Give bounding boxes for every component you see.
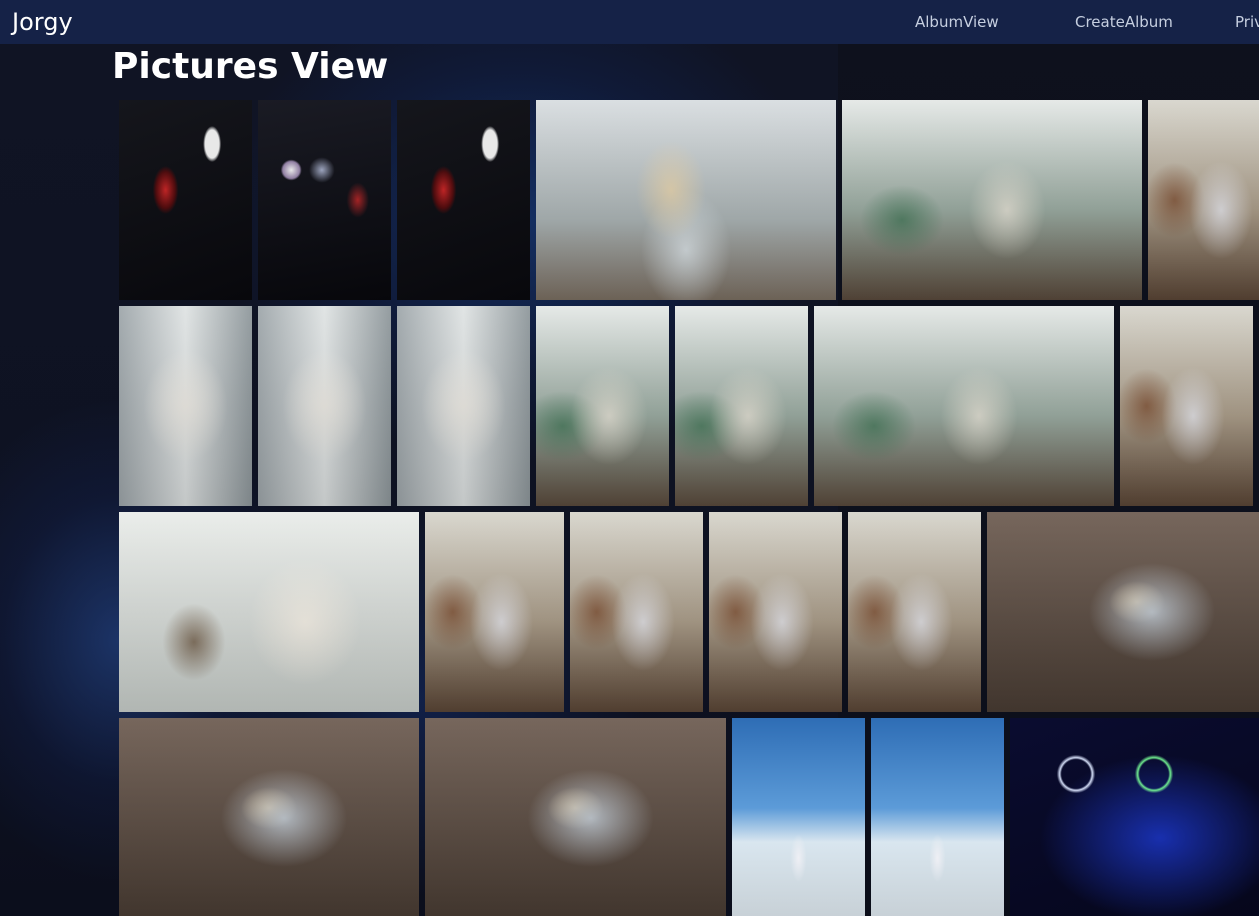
navbar: Jorgy AlbumView CreateAlbum Priv <box>0 0 1259 44</box>
photo-gallery <box>119 100 1259 916</box>
photo-thumbnail[interactable] <box>675 306 808 506</box>
photo-thumbnail[interactable] <box>119 718 419 916</box>
nav-link-albumview[interactable]: AlbumView <box>915 13 999 31</box>
photo-thumbnail[interactable] <box>814 306 1114 506</box>
photo-thumbnail[interactable] <box>119 512 419 712</box>
brand-link[interactable]: Jorgy <box>12 8 73 36</box>
photo-thumbnail[interactable] <box>842 100 1142 300</box>
photo-thumbnail[interactable] <box>536 100 836 300</box>
photo-thumbnail[interactable] <box>425 512 564 712</box>
photo-thumbnail[interactable] <box>258 306 391 506</box>
photo-thumbnail[interactable] <box>119 306 252 506</box>
photo-thumbnail[interactable] <box>258 100 391 300</box>
photo-thumbnail[interactable] <box>1120 306 1253 506</box>
photo-thumbnail[interactable] <box>987 512 1259 712</box>
gallery-row <box>119 512 1259 712</box>
gallery-row <box>119 100 1259 300</box>
gallery-row <box>119 718 1259 916</box>
nav-link-privacy[interactable]: Priv <box>1235 13 1259 31</box>
photo-thumbnail[interactable] <box>425 718 726 916</box>
photo-thumbnail[interactable] <box>1010 718 1259 916</box>
gallery-row <box>119 306 1259 506</box>
photo-thumbnail[interactable] <box>397 306 530 506</box>
photo-thumbnail[interactable] <box>732 718 865 916</box>
photo-thumbnail[interactable] <box>709 512 842 712</box>
photo-thumbnail[interactable] <box>119 100 252 300</box>
nav-link-createalbum[interactable]: CreateAlbum <box>1075 13 1173 31</box>
photo-thumbnail[interactable] <box>536 306 669 506</box>
page-title: Pictures View <box>112 46 389 87</box>
photo-thumbnail[interactable] <box>871 718 1004 916</box>
photo-thumbnail[interactable] <box>397 100 530 300</box>
photo-thumbnail[interactable] <box>848 512 981 712</box>
photo-thumbnail[interactable] <box>570 512 703 712</box>
photo-thumbnail[interactable] <box>1148 100 1259 300</box>
